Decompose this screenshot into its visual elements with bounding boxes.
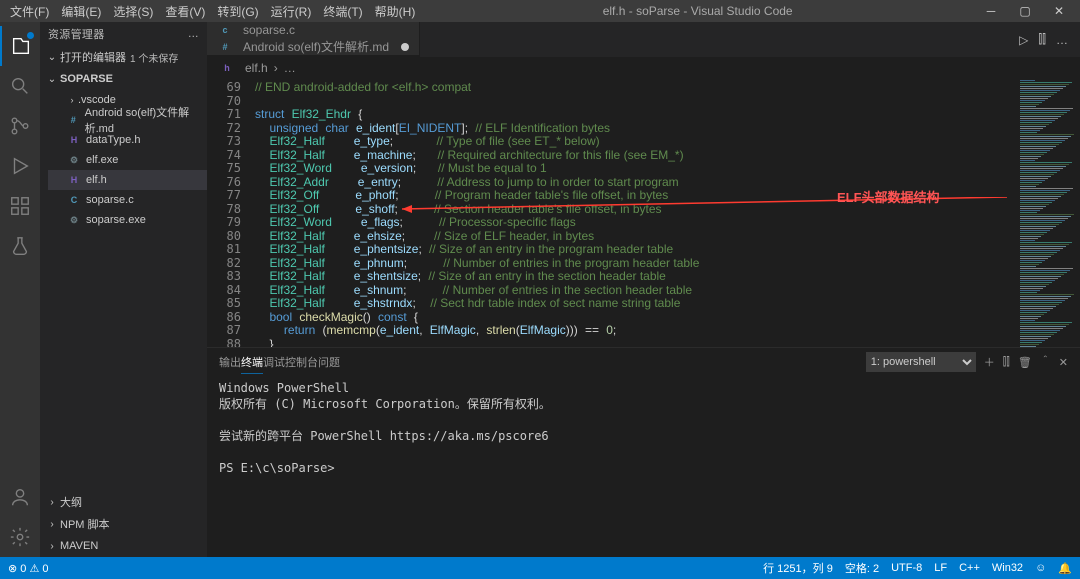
file-label: Android so(elf)文件解析.md xyxy=(85,104,207,136)
window-minimize[interactable]: ─ xyxy=(974,4,1008,18)
panel-tab[interactable]: 调试控制台 xyxy=(263,357,318,369)
status-eol[interactable]: LF xyxy=(934,562,947,574)
panel-close-icon[interactable]: ✕ xyxy=(1059,356,1068,369)
file-row[interactable]: #Android so(elf)文件解析.md xyxy=(48,110,207,130)
file-row[interactable]: ⚙ soparse.exe xyxy=(48,210,207,230)
menu-item[interactable]: 选择(S) xyxy=(107,3,159,21)
code-editor[interactable]: // END android-added for <elf.h> compat … xyxy=(255,79,1016,347)
menu-item[interactable]: 终端(T) xyxy=(317,3,368,21)
menu-item[interactable]: 查看(V) xyxy=(159,3,211,21)
menu-item[interactable]: 转到(G) xyxy=(211,3,264,21)
status-bar: ⊗ 0 ⚠ 0 行 1251，列 9 空格: 2 UTF-8 LF C++ Wi… xyxy=(0,557,1080,579)
section-header[interactable]: ›大纲 xyxy=(40,491,207,513)
window-title: elf.h - soParse - Visual Studio Code xyxy=(421,4,974,18)
status-bell-icon[interactable]: 🔔 xyxy=(1058,562,1072,575)
split-editor-icon[interactable]: ⫿⫿ xyxy=(1038,32,1046,47)
activity-bar xyxy=(0,22,40,557)
panel-tab[interactable]: 输出 xyxy=(219,357,241,369)
section-header[interactable]: ›MAVEN xyxy=(40,535,207,557)
panel-tab[interactable]: 终端 xyxy=(241,357,263,374)
file-icon: ⚙ xyxy=(66,212,82,228)
minimap[interactable] xyxy=(1016,79,1080,347)
chevron-icon: › xyxy=(66,95,78,105)
tab-label: soparse.c xyxy=(243,23,295,37)
file-row[interactable]: ⚙ elf.exe xyxy=(48,150,207,170)
menu-item[interactable]: 编辑(E) xyxy=(55,3,107,21)
editor-group: csoparse.c#Android so(elf)文件解析.mdhelf.h✕… xyxy=(207,22,1080,557)
status-os[interactable]: Win32 xyxy=(992,562,1023,574)
file-icon: C xyxy=(66,192,82,208)
activity-search-icon[interactable] xyxy=(0,66,40,106)
file-label: elf.h xyxy=(86,174,107,186)
terminal-shell-select[interactable]: 1: powershell xyxy=(866,352,976,372)
file-label: soparse.exe xyxy=(86,214,146,226)
activity-explorer-icon[interactable] xyxy=(0,26,40,66)
activity-run-icon[interactable] xyxy=(0,146,40,186)
activity-settings-icon[interactable] xyxy=(0,517,40,557)
file-label: dataType.h xyxy=(86,134,140,146)
editor-tab[interactable]: c soparse.c xyxy=(207,22,420,38)
file-row[interactable]: Helf.h xyxy=(48,170,207,190)
editor-tab[interactable]: # Android so(elf)文件解析.md xyxy=(207,38,420,55)
menu-item[interactable]: 运行(R) xyxy=(265,3,318,21)
file-icon: # xyxy=(66,112,81,128)
new-terminal-icon[interactable]: ＋ xyxy=(984,354,995,370)
status-encoding[interactable]: UTF-8 xyxy=(891,562,922,574)
activity-scm-icon[interactable] xyxy=(0,106,40,146)
file-icon: c xyxy=(217,22,233,38)
file-row[interactable]: Csoparse.c xyxy=(48,190,207,210)
dirty-dot-icon xyxy=(401,43,409,51)
status-cursor[interactable]: 行 1251，列 9 xyxy=(763,560,833,576)
run-icon[interactable]: ▷ xyxy=(1019,33,1028,47)
menu-item[interactable]: 文件(F) xyxy=(4,3,55,21)
menubar: 文件(F)编辑(E)选择(S)查看(V)转到(G)运行(R)终端(T)帮助(H)… xyxy=(0,0,1080,22)
breadcrumb[interactable]: h elf.h›… xyxy=(207,57,1080,79)
explorer-sidebar: 资源管理器… ⌄打开的编辑器 1 个未保存 ⌄SOPARSE ›.vscode#… xyxy=(40,22,207,557)
split-terminal-icon[interactable]: ⫿⫿ xyxy=(1003,356,1010,369)
file-icon: H xyxy=(66,172,82,188)
open-editors-header[interactable]: ⌄打开的编辑器 1 个未保存 xyxy=(40,46,207,68)
menu-item[interactable]: 帮助(H) xyxy=(369,3,422,21)
kill-terminal-icon[interactable]: 🗑 xyxy=(1018,356,1032,369)
status-feedback-icon[interactable]: ☺ xyxy=(1035,562,1046,574)
panel-tab[interactable]: 问题 xyxy=(318,357,340,369)
bottom-panel: 输出终端调试控制台问题 1: powershell ＋ ⫿⫿ 🗑 ＾ ✕ Win… xyxy=(207,347,1080,557)
status-language[interactable]: C++ xyxy=(959,562,980,574)
line-gutter[interactable]: 69 70 71 72 73 74 75 76 77 78 79 80 81 8… xyxy=(207,79,255,347)
file-icon-h: h xyxy=(219,60,235,76)
status-indent[interactable]: 空格: 2 xyxy=(845,560,879,576)
badge-dot xyxy=(27,32,34,39)
section-header[interactable]: ›NPM 脚本 xyxy=(40,513,207,535)
file-label: elf.exe xyxy=(86,154,118,166)
more-icon[interactable]: … xyxy=(1056,33,1068,47)
file-icon: ⚙ xyxy=(66,152,82,168)
file-icon: # xyxy=(217,39,233,55)
activity-testing-icon[interactable] xyxy=(0,226,40,266)
terminal[interactable]: Windows PowerShell 版权所有 (C) Microsoft Co… xyxy=(207,376,1080,557)
tab-label: Android so(elf)文件解析.md xyxy=(243,38,389,55)
window-maximize[interactable]: ▢ xyxy=(1008,4,1042,18)
project-header[interactable]: ⌄SOPARSE xyxy=(40,68,207,90)
activity-account-icon[interactable] xyxy=(0,477,40,517)
window-close[interactable]: ✕ xyxy=(1042,4,1076,18)
file-label: soparse.c xyxy=(86,194,134,206)
tab-bar: csoparse.c#Android so(elf)文件解析.mdhelf.h✕… xyxy=(207,22,1080,57)
file-icon: H xyxy=(66,132,82,148)
activity-extensions-icon[interactable] xyxy=(0,186,40,226)
explorer-title: 资源管理器… xyxy=(40,22,207,46)
more-icon[interactable]: … xyxy=(188,28,199,40)
panel-maximize-icon[interactable]: ＾ xyxy=(1040,354,1051,370)
status-errors[interactable]: ⊗ 0 ⚠ 0 xyxy=(8,562,48,575)
